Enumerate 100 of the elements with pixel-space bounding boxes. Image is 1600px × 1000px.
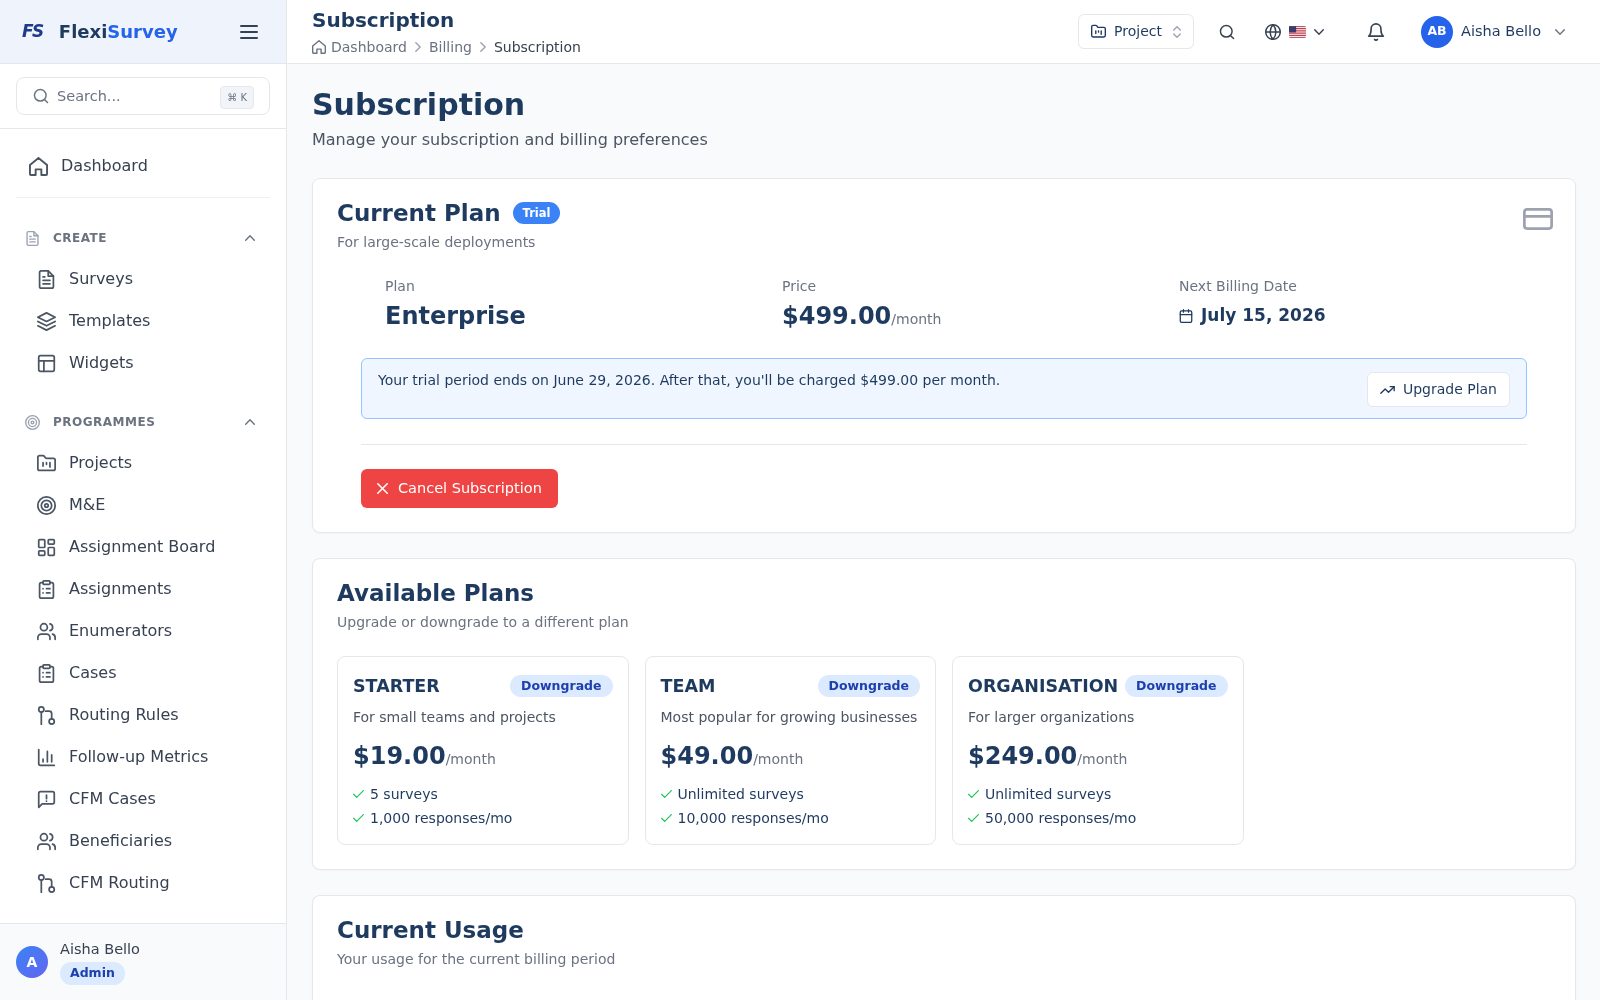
panel-title: Current Usage — [337, 916, 525, 945]
clipboard-icon — [37, 579, 56, 599]
section-header[interactable]: CREATE — [16, 218, 270, 258]
credit-card-icon — [1523, 208, 1553, 230]
check-icon — [968, 814, 979, 822]
document-icon — [37, 269, 56, 289]
nav-item[interactable]: Follow-up Metrics — [16, 736, 270, 778]
plan-price: $249.00 — [968, 741, 1078, 772]
nav-item[interactable]: Cases — [16, 652, 270, 694]
header-title: Subscription — [312, 6, 456, 33]
check-icon — [353, 790, 364, 798]
nav-item[interactable]: Surveys — [16, 258, 270, 300]
feature-text: Unlimited surveys — [677, 784, 804, 804]
check-icon — [660, 790, 672, 798]
breadcrumb-current: Subscription — [493, 37, 581, 57]
branch-icon — [37, 873, 56, 893]
feature-text: 1,000 responses/mo — [370, 808, 513, 828]
house-icon — [312, 39, 326, 54]
chevron-right-icon — [479, 41, 486, 52]
nav-item[interactable]: Dashboard — [16, 145, 270, 187]
plan-name: TEAM — [660, 674, 716, 698]
page-subtitle: Manage your subscription and billing preferences — [312, 129, 709, 151]
nav-item[interactable]: CFM Routing — [16, 862, 270, 904]
plan-action-badge: Downgrade — [1125, 675, 1228, 697]
nav-item[interactable]: Assignment Board — [16, 526, 270, 568]
branch-icon — [37, 705, 56, 725]
user-name: Aisha Bello — [60, 940, 140, 960]
people-icon — [37, 621, 56, 641]
chevron-right-icon — [414, 41, 421, 52]
role-badge: Admin — [60, 962, 125, 985]
plan-description: Most popular for growing businesses — [660, 708, 919, 727]
calendar-icon — [1179, 309, 1193, 323]
user-avatar: A — [16, 946, 48, 978]
nav-item[interactable]: Projects — [16, 442, 270, 484]
chevron-down-icon[interactable] — [1555, 28, 1565, 35]
price-unit: /month — [753, 751, 804, 767]
stat-value: Enterprise — [385, 301, 527, 332]
people-icon — [37, 831, 56, 851]
panel-subtitle: Your usage for the current billing period — [337, 950, 617, 969]
nav-item[interactable]: Templates — [16, 300, 270, 342]
stat-label: Plan — [385, 277, 416, 296]
layers-icon — [37, 311, 56, 331]
plan-action-badge: Downgrade — [817, 675, 920, 697]
check-icon — [660, 814, 672, 822]
folder-icon — [37, 453, 56, 473]
stat-label: Price — [782, 277, 818, 296]
plan-description: For small teams and projects — [353, 708, 557, 727]
house-icon — [29, 156, 48, 176]
trend-up-icon — [1379, 385, 1395, 394]
plan-price: $19.00 — [353, 741, 446, 772]
breadcrumb-link[interactable]: Dashboard — [331, 36, 407, 57]
globe-icon — [1265, 23, 1281, 40]
plan-price: $49.00 — [660, 741, 754, 772]
target-icon — [37, 495, 56, 515]
stat-label: Next Billing Date — [1179, 277, 1298, 296]
close-icon — [377, 483, 388, 494]
breadcrumb-link[interactable]: Billing — [428, 36, 472, 57]
bell-icon[interactable] — [1367, 22, 1385, 41]
feature-text: 10,000 responses/mo — [677, 808, 829, 828]
upgrade-button[interactable]: Upgrade Plan — [1366, 372, 1510, 407]
logo-mark: FS — [22, 23, 44, 40]
price-unit: /month — [445, 751, 496, 767]
plan-name: ORGANISATION — [968, 674, 1119, 698]
nav-item[interactable]: Assignments — [16, 568, 270, 610]
panel-title: Current Plan — [337, 199, 501, 228]
page-title: Subscription — [312, 87, 527, 123]
cancel-button[interactable]: Cancel Subscription — [361, 469, 558, 508]
nav-item[interactable]: Beneficiaries — [16, 820, 270, 862]
user-name[interactable]: Aisha Bello — [1461, 20, 1541, 43]
project-button[interactable]: Project — [1078, 14, 1194, 49]
menu-icon[interactable] — [240, 24, 258, 39]
brand-name: FlexiSurvey — [58, 20, 178, 44]
folder-icon — [1091, 24, 1107, 39]
nav-item[interactable]: Widgets — [16, 342, 270, 384]
chevron-down-icon — [1314, 28, 1324, 35]
notice-text: Your trial period ends on June 29, 2026. After that, you'll be charged $499.00 per month. — [378, 371, 1001, 390]
nav-item[interactable]: Enumerators — [16, 610, 270, 652]
date-value: July 15, 2026 — [1201, 304, 1326, 328]
user-avatar[interactable]: AB — [1421, 15, 1453, 48]
nav-item[interactable]: M&E — [16, 484, 270, 526]
price-unit: /month — [1077, 751, 1128, 767]
status-badge: Trial — [512, 202, 561, 224]
flag-icon — [1289, 25, 1306, 38]
bar-chart-icon — [37, 747, 56, 767]
plan-name: STARTER — [353, 674, 440, 698]
feature-text: 50,000 responses/mo — [985, 808, 1137, 828]
target-icon — [25, 414, 40, 430]
search-icon[interactable] — [1219, 23, 1235, 40]
speech-bubble-icon — [37, 789, 56, 809]
clipboard-icon — [37, 663, 56, 683]
price-value: $499.00 — [782, 301, 892, 332]
feature-text: Unlimited surveys — [985, 784, 1112, 804]
grid-icon — [37, 537, 56, 557]
nav-item[interactable]: CFM Cases — [16, 778, 270, 820]
document-icon — [25, 230, 40, 246]
panel-title: Available Plans — [337, 579, 536, 608]
layout-icon — [37, 353, 56, 373]
section-header[interactable]: PROGRAMMES — [16, 402, 270, 442]
nav-item[interactable]: Routing Rules — [16, 694, 270, 736]
price-unit: /month — [891, 311, 942, 327]
